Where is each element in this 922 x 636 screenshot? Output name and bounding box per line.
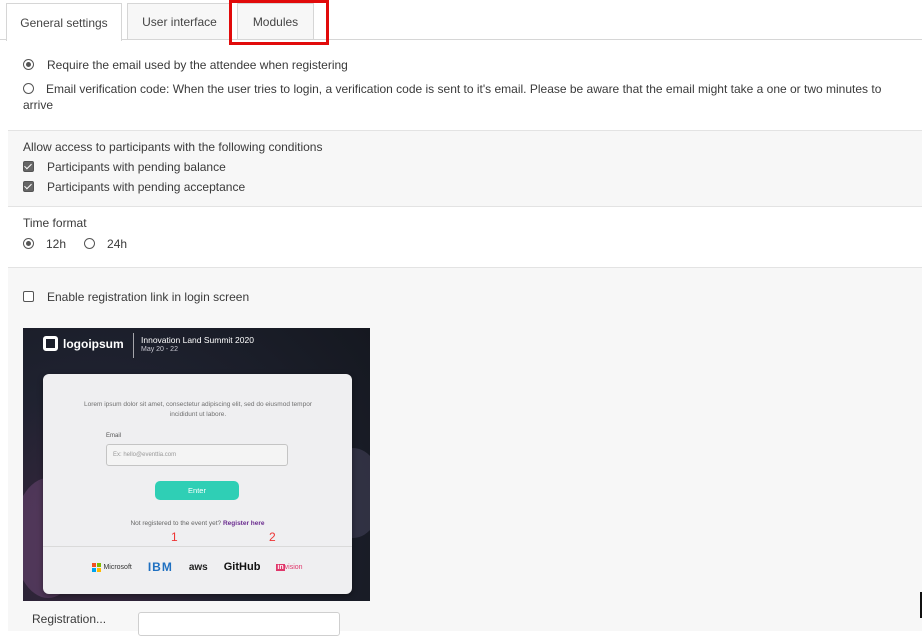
registration-link-checkbox[interactable] [23, 291, 34, 302]
sponsor-microsoft: Microsoft [92, 562, 132, 572]
time-format-section: Time format 12h 24h [8, 206, 922, 267]
sponsor-microsoft-label: Microsoft [103, 563, 132, 571]
registration-section: Enable registration link in login screen… [8, 267, 922, 631]
pending-acceptance-option[interactable]: Participants with pending acceptance [23, 179, 245, 195]
registration-select[interactable] [138, 612, 340, 636]
require-email-label: Require the email used by the attendee w… [47, 58, 348, 72]
pending-balance-option[interactable]: Participants with pending balance [23, 159, 226, 175]
access-conditions-section: Allow access to participants with the fo… [8, 130, 922, 206]
preview-lorem-text: Lorem ipsum dolor sit amet, consectetur … [84, 401, 312, 418]
time-24h-radio[interactable] [84, 238, 96, 249]
preview-email-input: Ex: hello@eventtia.com [106, 444, 288, 466]
option-verification-code[interactable]: Email verification code: When the user t… [23, 81, 913, 113]
verification-code-label: Email verification code: When the user t… [23, 82, 882, 112]
sponsor-invision-label: vision [284, 563, 303, 571]
login-method-section: Require the email used by the attendee w… [8, 40, 922, 130]
logo-icon [43, 336, 58, 351]
login-screen-preview: logoipsum Innovation Land Summit 2020 Ma… [23, 328, 370, 601]
preview-card-divider [43, 546, 352, 547]
preview-register-here-link: Register here [222, 520, 265, 527]
sponsor-invision: in vision [276, 563, 303, 571]
time-12h-label: 12h [46, 237, 67, 251]
preview-header-divider [133, 333, 134, 358]
registration-link-option[interactable]: Enable registration link in login screen [23, 289, 249, 305]
preview-enter-button: Enter [155, 481, 239, 500]
sponsor-aws: aws [188, 561, 208, 573]
preview-logo: logoipsum [43, 336, 124, 351]
preview-not-registered: Not registered to the event yet? Registe… [43, 520, 352, 527]
sponsor-github: GitHub [223, 561, 261, 573]
pending-acceptance-label: Participants with pending acceptance [47, 180, 246, 194]
sponsor-ibm: IBM [147, 560, 173, 574]
preview-event-title: Innovation Land Summit 2020 [141, 335, 254, 345]
time-24h-label: 24h [107, 237, 128, 251]
microsoft-logo-icon [92, 562, 102, 572]
settings-tabs: General settings User interface Modules [0, 0, 922, 45]
time-format-title: Time format [23, 216, 87, 230]
logo-text: logoipsum [63, 336, 124, 351]
registration-field-label: Registration... [32, 612, 107, 626]
preview-email-label: Email [106, 433, 122, 439]
verification-code-radio[interactable] [23, 83, 34, 94]
preview-sponsors: Microsoft IBM aws GitHub in vision [43, 560, 352, 574]
tab-general-settings[interactable]: General settings [6, 3, 122, 41]
pending-acceptance-checkbox[interactable] [23, 181, 34, 192]
preview-login-card: Lorem ipsum dolor sit amet, consectetur … [43, 374, 352, 594]
access-conditions-title: Allow access to participants with the fo… [23, 140, 323, 154]
pending-balance-label: Participants with pending balance [47, 160, 226, 174]
preview-event-info: Innovation Land Summit 2020 May 20 - 22 [141, 335, 254, 355]
invision-logo-icon: in [276, 563, 285, 571]
preview-event-dates: May 20 - 22 [141, 346, 178, 353]
annotation-marker-1: 1 [171, 530, 178, 544]
pending-balance-checkbox[interactable] [23, 161, 34, 172]
require-email-radio[interactable] [23, 59, 34, 70]
preview-not-registered-text: Not registered to the event yet? [130, 520, 222, 527]
option-require-email[interactable]: Require the email used by the attendee w… [23, 57, 348, 73]
registration-link-label: Enable registration link in login screen [47, 290, 250, 304]
time-12h-radio[interactable] [23, 238, 34, 249]
tab-user-interface[interactable]: User interface [127, 3, 232, 39]
modules-highlight-box [229, 0, 329, 45]
annotation-marker-2: 2 [269, 530, 276, 544]
time-format-options: 12h 24h [23, 236, 127, 252]
